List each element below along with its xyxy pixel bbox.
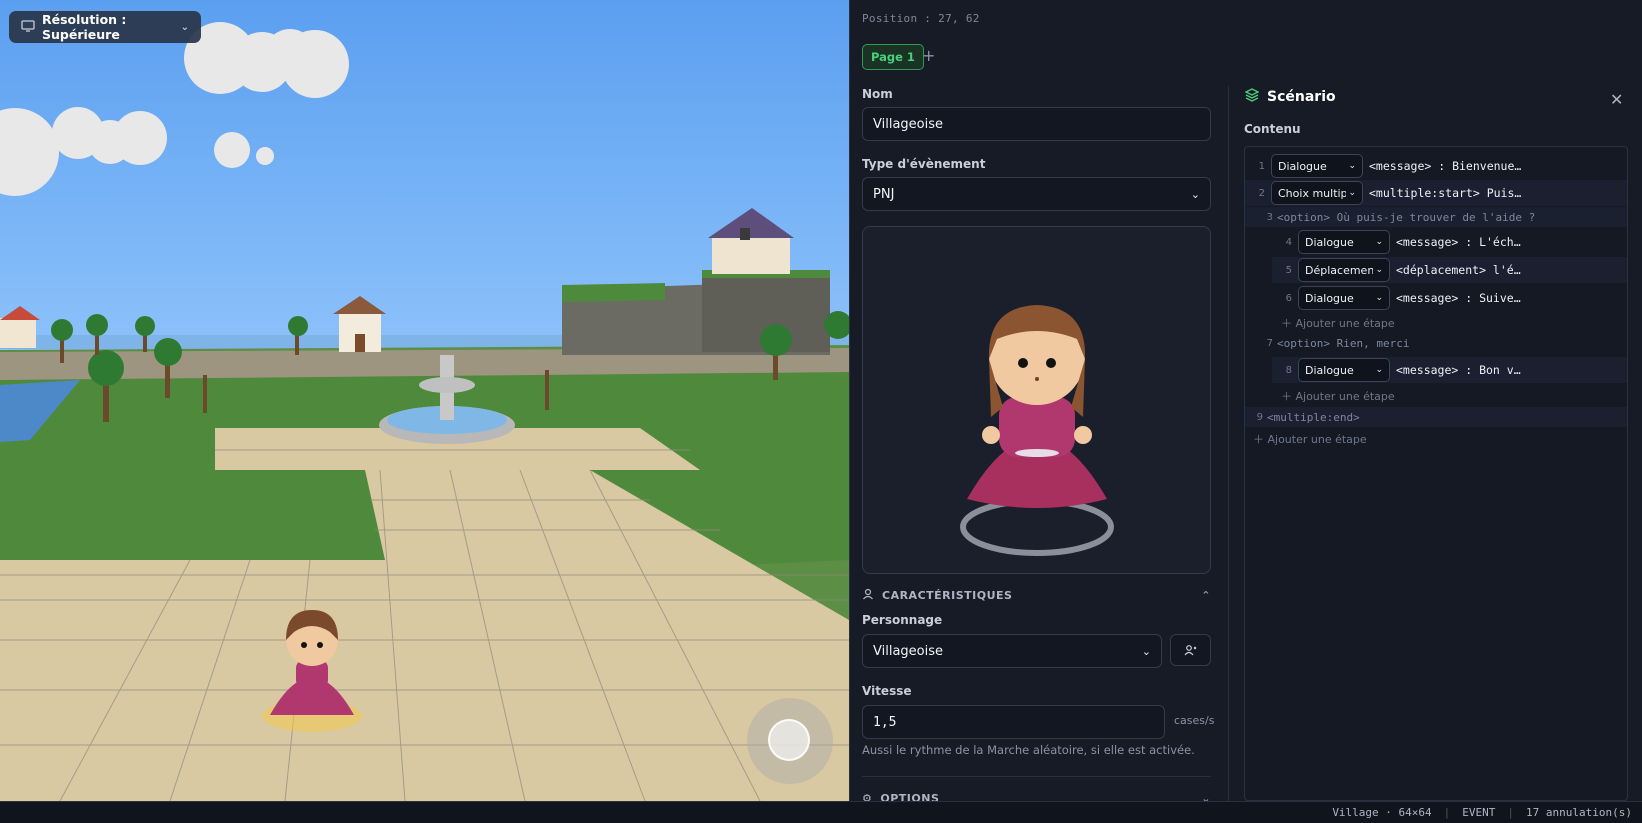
monitor-icon [21,19,35,35]
scene-render [0,0,849,801]
plus-icon: ＋ [1253,433,1264,446]
character-preview [862,226,1211,574]
step-number: 3 [1266,211,1273,223]
speed-hint: Aussi le rythme de la Marche aléatoire, … [862,743,1195,757]
close-icon[interactable]: ✕ [1610,90,1623,109]
step-number: 9 [1256,411,1263,423]
status-separator: | [1443,806,1451,819]
scenario-title: Scénario [1267,89,1336,105]
step-number: 1 [1258,160,1265,172]
section-divider [862,776,1211,777]
add-step-button[interactable]: ＋ Ajouter une étape [1281,315,1395,331]
step-command[interactable]: <déplacement> l'é… [1396,263,1521,277]
character-label: Personnage [862,613,943,627]
option-row[interactable]: 7 <option> Rien, merci [1245,333,1627,353]
content-label: Contenu [1244,122,1301,136]
step-number: 5 [1285,264,1292,276]
characteristics-section-header[interactable]: CARACTÉRISTIQUES ⌃ [862,588,1211,603]
multiple-end-label: <multiple:end> [1267,410,1360,424]
resolution-button[interactable]: Résolution : Supérieure ⌄ [9,11,201,43]
joystick-knob[interactable] [768,719,810,761]
event-type-label: Type d'évènement [862,157,986,171]
step-number: 8 [1285,364,1292,376]
chevron-down-icon: ⌄ [1375,365,1383,375]
step-type-select[interactable]: Choix multiple⌄ [1271,181,1363,205]
chevron-down-icon: ⌄ [1375,293,1383,303]
step-number: 4 [1285,236,1292,248]
chevron-up-icon: ⌃ [1201,589,1211,602]
step-number: 6 [1285,292,1292,304]
virtual-joystick[interactable] [747,698,833,784]
character-model [960,305,1114,556]
chevron-down-icon: ⌄ [1190,187,1200,201]
step-command[interactable]: <message> : Suive… [1396,291,1521,305]
status-map: Village · 64×64 [1332,806,1432,819]
speed-field[interactable]: 1,5 [862,705,1165,739]
event-type-select[interactable]: PNJ ⌄ [862,177,1211,211]
step-number: 7 [1266,337,1273,349]
resolution-label: Résolution : Supérieure [42,12,127,42]
option-row[interactable]: 3 <option> Où puis-je trouver de l'aide … [1245,207,1627,227]
scenario-steps-list: 1 Dialogue ⌄ <message> : Bienvenue… 2 Cho… [1244,146,1628,801]
chevron-down-icon: ⌄ [1375,237,1383,247]
step-type-select[interactable]: Dialogue ⌄ [1271,154,1363,178]
user-icon [862,588,874,603]
event-type-value: PNJ [873,186,895,202]
character-value: Villageoise [873,643,943,659]
status-bar: Village · 64×64 | EVENT | 17 annulation(… [0,801,1642,823]
option-label: <option> Rien, merci [1277,336,1410,350]
chevron-down-icon: ⌄ [180,21,189,33]
step-row[interactable]: 5 Déplacement ⌄ <déplacement> l'é… [1272,257,1627,283]
characteristics-heading: CARACTÉRISTIQUES [882,589,1013,602]
status-mode: EVENT [1462,806,1496,819]
add-step-button[interactable]: ＋ Ajouter une étape [1281,388,1395,404]
step-row[interactable]: 6 Dialogue ⌄ <message> : Suive… [1272,285,1627,311]
step-type-select[interactable]: Dialogue ⌄ [1298,358,1390,382]
step-command[interactable]: <message> : Bienvenue… [1369,159,1521,173]
step-command[interactable]: <message> : Bon v… [1396,363,1521,377]
step-type-select[interactable]: Déplacement ⌄ [1298,258,1390,282]
column-divider [1228,86,1229,801]
event-editor-panel: Position : 27, 62 Page 1 + Nom Villageoi… [849,0,1642,805]
speed-unit: cases/s [1174,714,1215,727]
tab-page-1[interactable]: Page 1 [862,44,924,70]
chevron-down-icon: ⌄ [1348,161,1356,171]
character-select[interactable]: Villageoise ⌄ [862,634,1162,668]
option-label: <option> Où puis-je trouver de l'aide ? [1277,210,1536,224]
step-row[interactable]: 8 Dialogue ⌄ <message> : Bon v… [1272,357,1627,383]
status-separator: | [1507,806,1515,819]
chevron-down-icon: ⌄ [1348,188,1356,198]
name-field[interactable]: Villageoise [862,107,1211,141]
speed-label: Vitesse [862,684,912,698]
plus-icon: ＋ [1281,317,1292,330]
position-readout: Position : 27, 62 [862,12,980,25]
step-command[interactable]: <message> : L'éch… [1396,235,1521,249]
step-type-select[interactable]: Dialogue ⌄ [1298,230,1390,254]
option-row[interactable]: 9 <multiple:end> [1245,407,1627,427]
step-type-select[interactable]: Dialogue ⌄ [1298,286,1390,310]
status-undo: 17 annulation(s) [1526,806,1632,819]
step-row[interactable]: 2 Choix multiple⌄ <multiple:start> Puis… [1245,180,1627,206]
speed-value: 1,5 [873,714,897,730]
layers-icon [1244,88,1260,106]
users-icon [1184,641,1198,660]
add-step-button[interactable]: ＋ Ajouter une étape [1253,431,1367,447]
chevron-down-icon: ⌄ [1141,644,1151,658]
step-number: 2 [1258,187,1265,199]
game-viewport[interactable]: Résolution : Supérieure ⌄ [0,0,849,801]
name-label: Nom [862,87,893,101]
scenario-header: Scénario [1244,88,1336,106]
chevron-down-icon: ⌄ [1375,265,1383,275]
step-row[interactable]: 1 Dialogue ⌄ <message> : Bienvenue… [1245,153,1627,179]
add-page-button[interactable]: + [922,46,935,65]
character-picker-button[interactable] [1170,634,1211,666]
name-field-value: Villageoise [873,116,943,132]
plus-icon: ＋ [1281,390,1292,403]
step-row[interactable]: 4 Dialogue ⌄ <message> : L'éch… [1272,229,1627,255]
step-command[interactable]: <multiple:start> Puis… [1369,186,1521,200]
